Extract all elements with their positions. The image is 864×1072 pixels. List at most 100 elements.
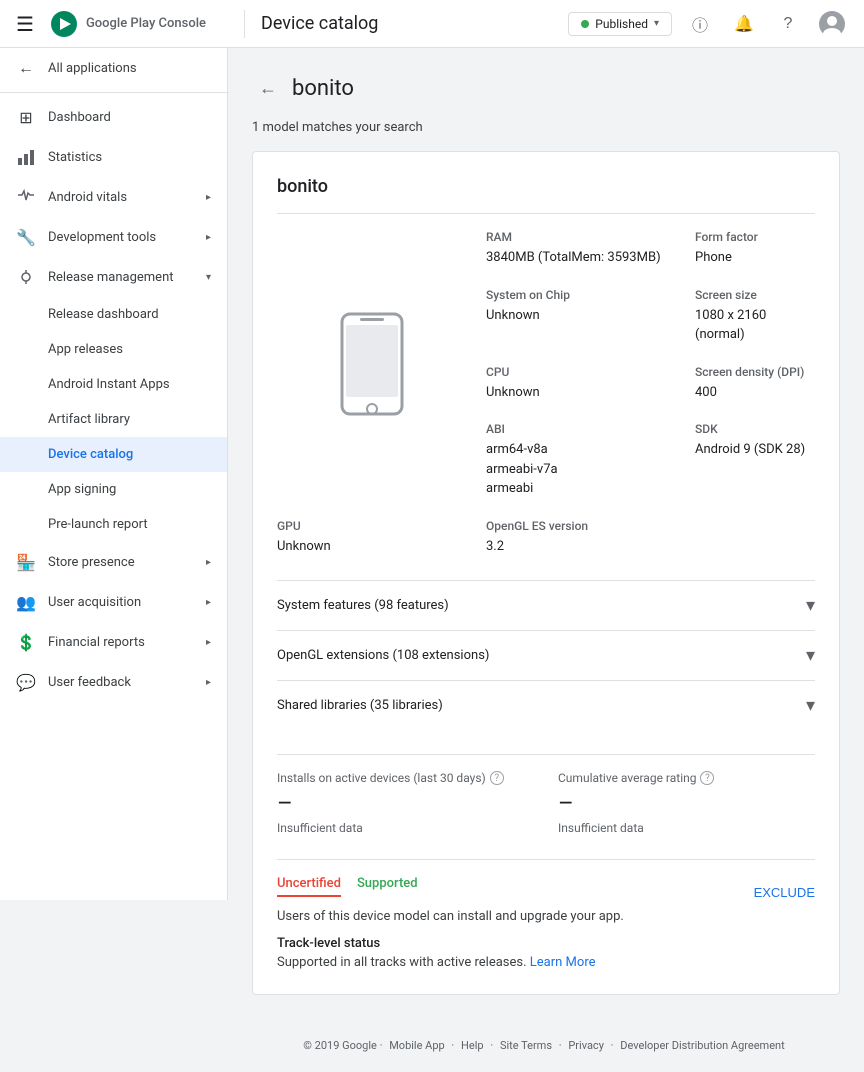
- sidebar-item-pre-launch-report[interactable]: Pre-launch report: [0, 507, 227, 542]
- spec-screen-size-value: 1080 x 2160 (normal): [695, 306, 815, 345]
- footer-mobile-app[interactable]: Mobile App: [389, 1039, 445, 1052]
- sidebar-item-app-releases[interactable]: App releases: [0, 332, 227, 367]
- spec-gpu: GPU Unknown: [277, 519, 466, 557]
- installs-label: Installs on active devices (last 30 days…: [277, 771, 534, 785]
- device-name: bonito: [277, 176, 815, 214]
- spec-soc-label: System on Chip: [486, 288, 675, 302]
- back-button[interactable]: ←: [252, 72, 284, 104]
- sidebar-item-store-presence[interactable]: 🏪 Store presence ▸: [0, 542, 227, 582]
- opengl-extensions-section[interactable]: OpenGL extensions (108 extensions) ▾: [277, 630, 815, 680]
- sidebar-item-user-acquisition[interactable]: 👥 User acquisition ▸: [0, 582, 227, 622]
- tab-supported[interactable]: Supported: [357, 876, 418, 897]
- sidebar-item-label: Development tools: [48, 230, 156, 245]
- rating-sub: Insufficient data: [558, 821, 815, 835]
- rating-label: Cumulative average rating ?: [558, 771, 815, 785]
- track-status-label: Track-level status: [277, 936, 815, 951]
- rating-stat: Cumulative average rating ? – Insufficie…: [558, 771, 815, 835]
- sidebar-item-development-tools[interactable]: 🔧 Development tools ▸: [0, 217, 227, 257]
- arrow-left-icon: ←: [16, 58, 36, 78]
- spec-ram: RAM 3840MB (TotalMem: 3593MB): [486, 230, 675, 268]
- sidebar-item-label: Release dashboard: [48, 307, 159, 322]
- chevron-down-icon: ▾: [206, 272, 211, 283]
- spec-soc-value: Unknown: [486, 306, 675, 326]
- info-button[interactable]: ⓘ: [684, 8, 716, 40]
- installs-help-icon[interactable]: ?: [490, 771, 504, 785]
- sidebar-item-dashboard[interactable]: ⊞ Dashboard: [0, 97, 227, 137]
- shared-libraries-label: Shared libraries (35 libraries): [277, 698, 443, 713]
- help-button[interactable]: ?: [772, 8, 804, 40]
- release-icon: [16, 267, 36, 287]
- sidebar-item-label: Artifact library: [48, 412, 130, 427]
- chevron-right-icon: ▸: [206, 557, 211, 568]
- sidebar-item-label: Release management: [48, 270, 174, 285]
- account-button[interactable]: [816, 8, 848, 40]
- spec-sdk-label: SDK: [695, 422, 815, 436]
- sidebar-item-android-instant-apps[interactable]: Android Instant Apps: [0, 367, 227, 402]
- spec-form-factor: Form factor Phone: [695, 230, 815, 268]
- spec-screen-size-label: Screen size: [695, 288, 815, 302]
- sidebar-item-label: All applications: [48, 61, 137, 76]
- sidebar-item-label: Dashboard: [48, 110, 111, 125]
- spec-cpu-value: Unknown: [486, 383, 675, 403]
- status-badge[interactable]: Published ▾: [568, 12, 672, 36]
- sidebar-item-all-applications[interactable]: ← All applications: [0, 48, 227, 88]
- menu-icon[interactable]: ☰: [16, 12, 34, 36]
- status-label: Published: [595, 17, 648, 31]
- shared-libraries-section[interactable]: Shared libraries (35 libraries) ▾: [277, 680, 815, 730]
- notifications-button[interactable]: 🔔: [728, 8, 760, 40]
- sidebar-item-android-vitals[interactable]: Android vitals ▸: [0, 177, 227, 217]
- spec-abi-value: arm64-v8aarmeabi-v7aarmeabi: [486, 440, 675, 499]
- sidebar-item-label: User feedback: [48, 675, 131, 690]
- page-title: bonito: [292, 76, 354, 101]
- system-features-section[interactable]: System features (98 features) ▾: [277, 580, 815, 630]
- sidebar-item-release-management[interactable]: Release management ▾: [0, 257, 227, 297]
- installs-sub: Insufficient data: [277, 821, 534, 835]
- footer-privacy[interactable]: Privacy: [568, 1039, 604, 1052]
- sidebar-item-release-dashboard[interactable]: Release dashboard: [0, 297, 227, 332]
- header-right: Published ▾ ⓘ 🔔 ?: [568, 8, 848, 40]
- support-row: Uncertified Supported EXCLUDE: [277, 876, 815, 909]
- spec-opengl-label: OpenGL ES version: [486, 519, 675, 533]
- spec-form-factor-value: Phone: [695, 248, 815, 268]
- sidebar-item-label: Android vitals: [48, 190, 127, 205]
- support-tabs: Uncertified Supported: [277, 876, 418, 897]
- sidebar-item-artifact-library[interactable]: Artifact library: [0, 402, 227, 437]
- spec-abi: ABI arm64-v8aarmeabi-v7aarmeabi: [486, 422, 675, 499]
- spec-gpu-label: GPU: [277, 519, 466, 533]
- bar-chart-icon: [17, 148, 35, 166]
- track-status-desc: Supported in all tracks with active rele…: [277, 955, 815, 970]
- spec-gpu-value: Unknown: [277, 537, 466, 557]
- vitals-icon: [16, 187, 36, 207]
- footer-site-terms[interactable]: Site Terms: [500, 1039, 552, 1052]
- store-icon: 🏪: [16, 552, 36, 572]
- sidebar-item-label: App signing: [48, 482, 116, 497]
- header-divider: [244, 10, 245, 38]
- footer: © 2019 Google · Mobile App · Help · Site…: [228, 1019, 864, 1072]
- system-features-label: System features (98 features): [277, 598, 449, 613]
- spec-opengl: OpenGL ES version 3.2: [486, 519, 675, 557]
- footer-help[interactable]: Help: [461, 1039, 484, 1052]
- breadcrumb: ← bonito: [252, 72, 840, 104]
- opengl-extensions-label: OpenGL extensions (108 extensions): [277, 648, 489, 663]
- sidebar-item-statistics[interactable]: Statistics: [0, 137, 227, 177]
- learn-more-link[interactable]: Learn More: [530, 955, 596, 970]
- chevron-right-icon: ▸: [206, 637, 211, 648]
- rating-help-icon[interactable]: ?: [700, 771, 714, 785]
- chevron-right-icon: ▸: [206, 192, 211, 203]
- sidebar-item-app-signing[interactable]: App signing: [0, 472, 227, 507]
- spec-sdk-value: Android 9 (SDK 28): [695, 440, 815, 460]
- exclude-button[interactable]: EXCLUDE: [754, 885, 815, 900]
- rating-value: –: [558, 789, 815, 817]
- spec-abi-label: ABI: [486, 422, 675, 436]
- spec-form-factor-label: Form factor: [695, 230, 815, 244]
- sidebar-item-user-feedback[interactable]: 💬 User feedback ▸: [0, 662, 227, 702]
- tab-uncertified[interactable]: Uncertified: [277, 876, 341, 897]
- installs-value: –: [277, 789, 534, 817]
- sidebar-item-device-catalog[interactable]: Device catalog: [0, 437, 227, 472]
- search-result-count: 1 model matches your search: [252, 120, 840, 135]
- footer-distribution-agreement[interactable]: Developer Distribution Agreement: [620, 1039, 784, 1052]
- sidebar-item-label: Device catalog: [48, 447, 133, 462]
- chevron-right-icon: ▸: [206, 677, 211, 688]
- financial-icon: 💲: [16, 632, 36, 652]
- sidebar-item-financial-reports[interactable]: 💲 Financial reports ▸: [0, 622, 227, 662]
